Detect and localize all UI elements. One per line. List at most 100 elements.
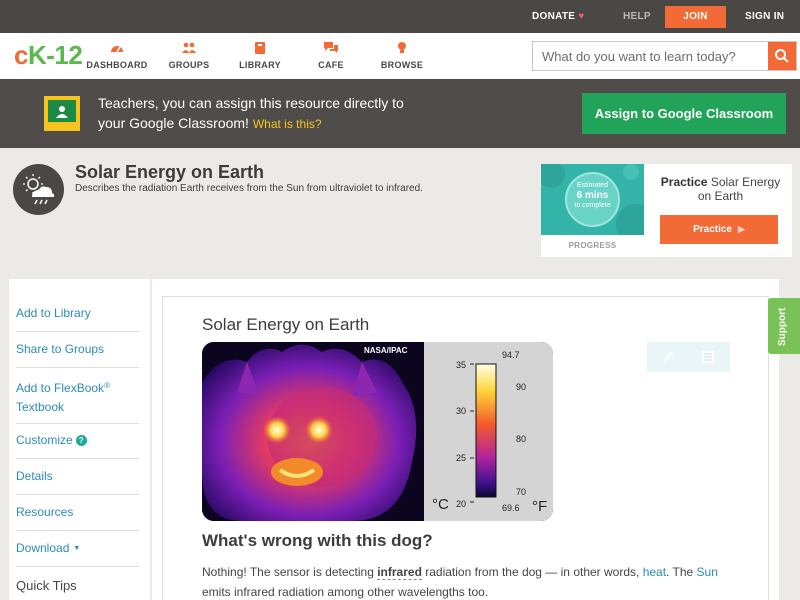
sidebar-item-label: Textbook bbox=[16, 400, 65, 414]
temperature-scale-bar bbox=[470, 363, 497, 503]
sidebar-item-resources[interactable]: Resources bbox=[16, 503, 139, 531]
join-button[interactable]: JOIN bbox=[665, 6, 726, 28]
image-credit: NASA/IPAC bbox=[364, 346, 408, 355]
celsius-tick: 35 bbox=[456, 360, 467, 370]
logo-c: c bbox=[14, 40, 28, 70]
nav-dashboard[interactable]: DASHBOARD bbox=[82, 41, 152, 70]
sidebar-item-details[interactable]: Details bbox=[16, 467, 139, 495]
celsius-unit: °C bbox=[432, 496, 449, 513]
estimated-mins: 6 mins bbox=[576, 190, 609, 201]
practice-graphic: Estimated 6 mins to complete bbox=[541, 164, 644, 235]
fahrenheit-tick: 69.6 bbox=[502, 503, 520, 513]
sidebar-item-label: Share to Groups bbox=[16, 342, 105, 356]
sidebar-item-label: Download bbox=[16, 541, 70, 555]
google-classroom-icon bbox=[44, 96, 80, 131]
practice-title: Practice Solar Energy on Earth bbox=[653, 175, 788, 203]
donate-label: DONATE bbox=[532, 11, 576, 22]
concept-title: Solar Energy on Earth bbox=[202, 315, 370, 334]
sidebar-item-label: Customize bbox=[16, 433, 73, 447]
celsius-tick: 25 bbox=[456, 453, 467, 463]
fahrenheit-tick: 80 bbox=[516, 434, 527, 444]
fahrenheit-tick: 94.7 bbox=[502, 350, 520, 360]
sidebar-item-add-to-library[interactable]: Add to Library bbox=[16, 304, 139, 332]
search-button[interactable] bbox=[768, 42, 796, 70]
fahrenheit-tick: 90 bbox=[516, 382, 527, 392]
caret-down-icon: ▼ bbox=[73, 545, 81, 552]
library-icon bbox=[255, 42, 265, 54]
nav-dashboard-label: DASHBOARD bbox=[86, 60, 148, 70]
topic-title: Solar Energy on Earth bbox=[75, 162, 265, 182]
groups-icon bbox=[182, 42, 196, 53]
banner-text-line2: your Google Classroom! bbox=[98, 115, 249, 131]
search-icon bbox=[775, 49, 789, 63]
practice-button[interactable]: Practice ▶ bbox=[660, 215, 778, 244]
progress-label: PROGRESS bbox=[568, 241, 617, 250]
nav-cafe[interactable]: CAFE bbox=[296, 41, 366, 70]
sidebar-item-label: Add to Library bbox=[16, 306, 91, 320]
cafe-icon bbox=[324, 42, 338, 53]
sidebar-item-add-to-flexbook[interactable]: Add to FlexBook® Textbook bbox=[16, 376, 139, 424]
practice-button-label: Practice bbox=[693, 224, 732, 235]
help-link[interactable]: HELP bbox=[623, 0, 651, 33]
search-input[interactable] bbox=[533, 42, 769, 70]
fahrenheit-tick: 70 bbox=[516, 487, 527, 497]
body-text-part: emits infrared radiation among other wav… bbox=[202, 585, 489, 599]
thermal-dog-picture bbox=[202, 342, 424, 521]
ck12-logo[interactable]: cK-12 bbox=[14, 40, 83, 70]
weather-icon bbox=[13, 164, 64, 215]
sidebar-item-download[interactable]: Download ▼ bbox=[16, 539, 139, 567]
celsius-tick: 20 bbox=[456, 499, 467, 509]
annotation-tools bbox=[647, 342, 730, 372]
estimated-label: Estimated bbox=[576, 182, 609, 189]
nav-groups-label: GROUPS bbox=[168, 60, 210, 70]
nav-bar: cK-12 DASHBOARD GROUPS LIBRARY CAFE BROW… bbox=[0, 33, 800, 79]
heat-link[interactable]: heat bbox=[643, 565, 666, 579]
body-paragraph: Nothing! The sensor is detecting infrare… bbox=[202, 562, 762, 600]
nav-library-label: LIBRARY bbox=[239, 60, 281, 70]
fahrenheit-unit: °F bbox=[532, 498, 548, 515]
sidebar-item-label: Details bbox=[16, 469, 53, 483]
nav-cafe-label: CAFE bbox=[318, 60, 344, 70]
question-heading: What's wrong with this dog? bbox=[202, 531, 433, 550]
practice-bold-label: Practice bbox=[660, 175, 708, 189]
banner-text: Teachers, you can assign this resource d… bbox=[98, 93, 538, 134]
notes-icon[interactable] bbox=[701, 349, 715, 365]
practice-card: Estimated 6 mins to complete PROGRESS Pr… bbox=[541, 164, 792, 257]
to-complete-label: to complete bbox=[574, 202, 611, 209]
body-text-part: . The bbox=[666, 565, 697, 579]
logo-k12: K-12 bbox=[27, 40, 83, 70]
sidebar-item-customize[interactable]: Customize? bbox=[16, 431, 139, 459]
heart-icon: ♥ bbox=[578, 11, 585, 22]
sidebar-item-label: Add to FlexBook bbox=[16, 381, 105, 395]
nav-library[interactable]: LIBRARY bbox=[225, 41, 295, 70]
dashboard-icon bbox=[111, 46, 123, 53]
top-bar: DONATE ♥ HELP JOIN SIGN IN bbox=[0, 0, 800, 33]
nav-browse[interactable]: BROWSE bbox=[367, 41, 437, 70]
help-icon[interactable]: ? bbox=[75, 435, 87, 446]
pencil-icon[interactable] bbox=[661, 349, 675, 365]
celsius-tick: 30 bbox=[456, 406, 467, 416]
support-tab[interactable]: Support bbox=[768, 298, 800, 354]
search-box bbox=[532, 41, 797, 71]
what-is-this-link[interactable]: What is this? bbox=[253, 117, 322, 131]
vocab-term-infrared[interactable]: infrared bbox=[377, 565, 422, 580]
body-text-part: radiation from the dog — in other words, bbox=[421, 565, 643, 579]
donate-link[interactable]: DONATE ♥ bbox=[532, 0, 585, 33]
practice-topic-label: Solar Energy on Earth bbox=[697, 175, 781, 203]
topic-description: Describes the radiation Earth receives f… bbox=[75, 183, 423, 194]
chevron-right-icon: ▶ bbox=[738, 224, 745, 234]
assign-google-classroom-button[interactable]: Assign to Google Classroom bbox=[582, 93, 786, 134]
sign-in-link[interactable]: SIGN IN bbox=[745, 0, 784, 33]
banner-text-line1: Teachers, you can assign this resource d… bbox=[98, 95, 404, 111]
browse-icon bbox=[398, 42, 406, 53]
estimated-time: Estimated 6 mins to complete bbox=[565, 181, 620, 210]
nav-groups[interactable]: GROUPS bbox=[154, 41, 224, 70]
nav-browse-label: BROWSE bbox=[380, 60, 424, 70]
body-text-part: Nothing! The sensor is detecting bbox=[202, 565, 378, 579]
quick-tips-heading: Quick Tips bbox=[16, 578, 77, 593]
support-label: Support bbox=[777, 307, 788, 346]
sidebar-item-share-to-groups[interactable]: Share to Groups bbox=[16, 340, 139, 368]
sun-link[interactable]: Sun bbox=[697, 565, 718, 579]
temperature-scale: 35 30 25 20 94.7 90 80 70 69.6 °C °F bbox=[424, 342, 553, 521]
sidebar-item-label: Resources bbox=[16, 505, 74, 519]
